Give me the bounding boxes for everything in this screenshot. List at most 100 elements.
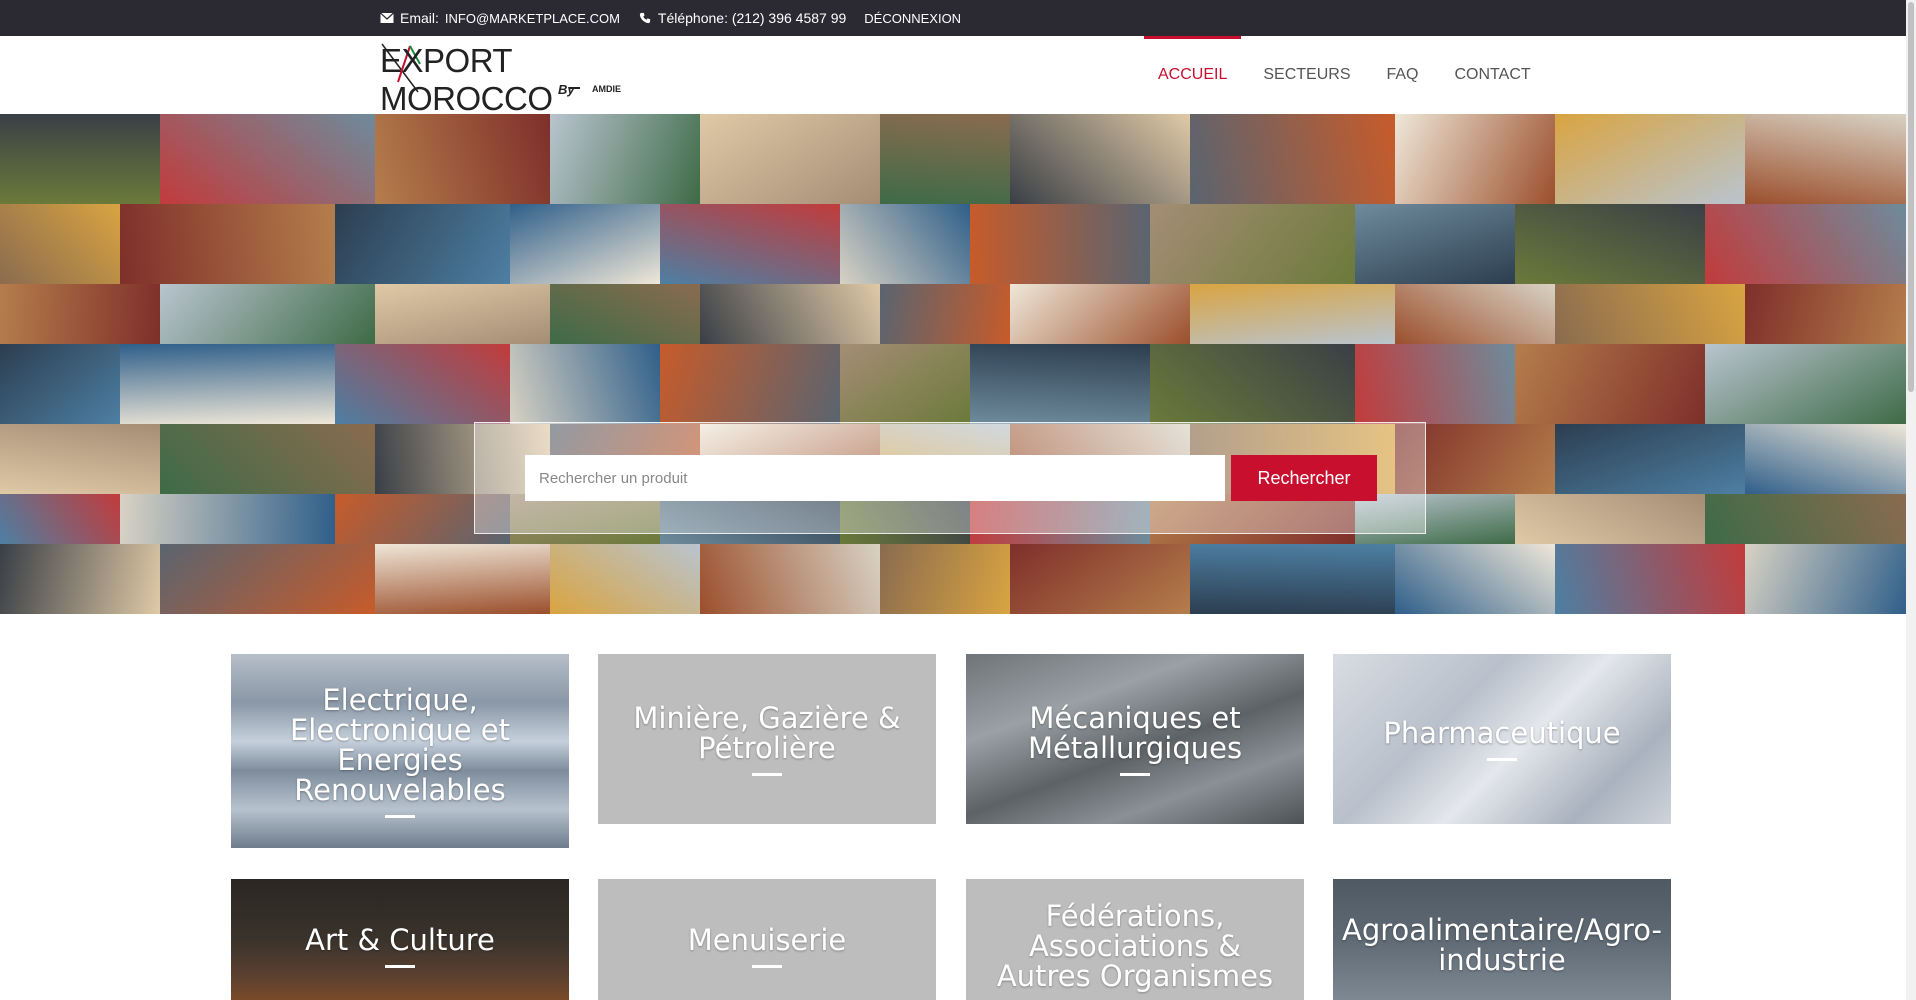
- sector-card-miniere[interactable]: Minière, Gazière & Pétrolière: [598, 654, 936, 824]
- collage-tile: [880, 544, 1010, 614]
- collage-tile: [1395, 284, 1555, 344]
- collage-tile: [375, 544, 550, 614]
- collage-tile: [1150, 204, 1355, 284]
- collage-tile: [1010, 284, 1190, 344]
- phone-icon: [639, 12, 651, 24]
- sector-dash: [1487, 757, 1517, 761]
- collage-tile: [0, 204, 120, 284]
- collage-tile: [660, 204, 840, 284]
- hero-collage: Rechercher: [0, 114, 1906, 614]
- collage-tile: [1190, 284, 1395, 344]
- collage-tile: [1010, 114, 1190, 204]
- collage-tile: [160, 114, 375, 204]
- search-button[interactable]: Rechercher: [1231, 455, 1377, 501]
- collage-tile: [700, 544, 880, 614]
- sector-label: Menuiserie: [687, 923, 847, 957]
- email-value[interactable]: INFO@MARKETPLACE.COM: [445, 11, 620, 26]
- collage-tile: [1355, 344, 1515, 424]
- collage-tile: [120, 494, 335, 544]
- nav-contact[interactable]: CONTACT: [1437, 36, 1549, 114]
- sector-label: Electrique, Electronique et Energies Ren…: [289, 682, 511, 807]
- sector-dash: [752, 772, 782, 776]
- sector-card-electrique[interactable]: Electrique, Electronique et Energies Ren…: [231, 654, 569, 848]
- collage-tile: [0, 494, 120, 544]
- collage-tile: [1190, 114, 1395, 204]
- collage-tile: [1355, 204, 1515, 284]
- product-search-input[interactable]: [525, 455, 1225, 501]
- logo-by: By: [558, 82, 575, 97]
- collage-tile: [1745, 544, 1906, 614]
- collage-tile: [375, 284, 550, 344]
- collage-tile: [1010, 544, 1190, 614]
- collage-tile: [335, 204, 510, 284]
- logout-link[interactable]: DÉCONNEXION: [864, 11, 961, 26]
- collage-tile: [1395, 114, 1555, 204]
- collage-tile: [1705, 204, 1906, 284]
- sector-label: Mécaniques et Métallurgiques: [1027, 700, 1243, 765]
- collage-tile: [660, 344, 840, 424]
- sector-card-agroalimentaire[interactable]: Agroalimentaire/Agro-industrie: [1333, 879, 1671, 1000]
- phone-label: Téléphone: (212) 396 4587 99: [657, 10, 847, 26]
- email-contact[interactable]: Email: INFO@MARKETPLACE.COM: [380, 10, 620, 26]
- page-scrollbar[interactable]: [1906, 0, 1916, 1000]
- collage-tile: [700, 284, 880, 344]
- logo-text: EXPORT MOROCCO: [380, 42, 553, 117]
- sector-card-pharmaceutique[interactable]: Pharmaceutique: [1333, 654, 1671, 824]
- sector-dash: [1120, 772, 1150, 776]
- collage-tile: [1745, 114, 1906, 204]
- sector-label: Agroalimentaire/Agro-industrie: [1342, 913, 1663, 977]
- collage-tile: [700, 114, 880, 204]
- collage-tile: [375, 114, 550, 204]
- email-label: Email:: [400, 10, 439, 26]
- nav-secteurs[interactable]: SECTEURS: [1245, 36, 1368, 114]
- collage-tile: [550, 284, 700, 344]
- collage-tile: [0, 114, 160, 204]
- collage-tile: [1705, 494, 1906, 544]
- collage-tile: [120, 204, 335, 284]
- collage-tile: [880, 284, 1010, 344]
- logo-amdie: AMDIE: [592, 84, 621, 94]
- collage-tile: [0, 424, 160, 494]
- collage-tile: [0, 544, 160, 614]
- collage-tile: [160, 544, 375, 614]
- collage-tile: [335, 344, 510, 424]
- phone-contact: Téléphone: (212) 396 4587 99: [638, 10, 846, 26]
- sector-label: Fédérations, Associations & Autres Organ…: [996, 899, 1274, 993]
- collage-tile: [1150, 344, 1355, 424]
- main-nav: ACCUEIL SECTEURS FAQ CONTACT: [1140, 36, 1549, 114]
- collage-tile: [1515, 204, 1705, 284]
- collage-tile: [840, 204, 970, 284]
- collage-tile: [160, 424, 375, 494]
- collage-tile: [1555, 284, 1745, 344]
- collage-tile: [1745, 284, 1906, 344]
- sector-card-federations[interactable]: Fédérations, Associations & Autres Organ…: [966, 879, 1304, 1000]
- sector-card-art[interactable]: Art & Culture: [231, 879, 569, 1000]
- collage-tile: [1515, 344, 1705, 424]
- envelope-icon: [380, 12, 394, 23]
- sector-dash: [385, 814, 415, 818]
- sector-dash: [385, 965, 415, 968]
- collage-tile: [550, 544, 700, 614]
- collage-tile: [840, 344, 970, 424]
- collage-tile: [510, 204, 660, 284]
- scrollbar-thumb[interactable]: [1908, 2, 1914, 392]
- collage-tile: [1555, 424, 1745, 494]
- sector-card-mecaniques[interactable]: Mécaniques et Métallurgiques: [966, 654, 1304, 824]
- sector-label: Minière, Gazière & Pétrolière: [633, 700, 901, 765]
- collage-tile: [1745, 424, 1906, 494]
- collage-tile: [1515, 494, 1705, 544]
- collage-tile: [0, 284, 160, 344]
- collage-tile: [120, 344, 335, 424]
- search-panel: Rechercher: [474, 422, 1426, 534]
- export-morocco-logo[interactable]: EXPORT MOROCCO By AMDIE: [380, 42, 665, 117]
- nav-accueil[interactable]: ACCUEIL: [1140, 36, 1245, 114]
- collage-tile: [1705, 344, 1906, 424]
- collage-tile: [880, 114, 1010, 204]
- collage-tile: [550, 114, 700, 204]
- sector-card-menuiserie[interactable]: Menuiserie: [598, 879, 936, 1000]
- collage-tile: [970, 344, 1150, 424]
- sector-label: Art & Culture: [305, 923, 495, 957]
- collage-tile: [510, 344, 660, 424]
- site-header: EXPORT MOROCCO By AMDIE ACCUEIL SECTEURS…: [0, 36, 1906, 117]
- nav-faq[interactable]: FAQ: [1368, 36, 1436, 114]
